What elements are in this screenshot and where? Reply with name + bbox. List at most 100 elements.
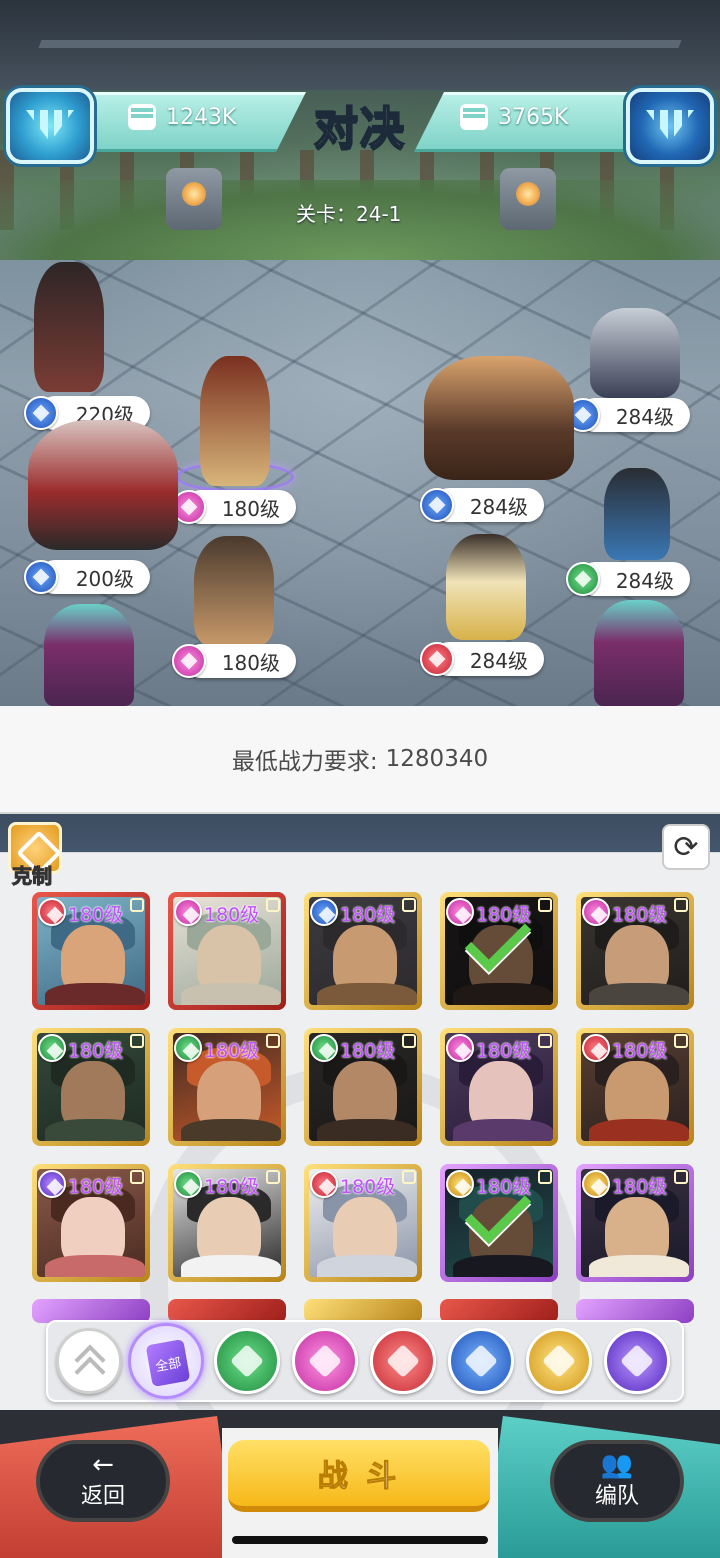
back-button[interactable]: ← 返回 [36,1440,170,1522]
faction-red-icon [38,898,66,926]
home-indicator[interactable] [232,1536,488,1544]
faction-green-icon [566,562,600,596]
roster-hero-card[interactable]: 180级 [304,1028,422,1146]
hero-level: 180级 [68,904,124,926]
frame-corner-icon [674,1170,688,1184]
hero-level: 180级 [612,904,668,926]
formation-icon: 👥 [600,1450,634,1480]
roster-hero-card[interactable]: 180级 [168,1164,286,1282]
filter-green-button[interactable] [214,1328,280,1394]
hero-level: 180级 [68,1176,124,1198]
faction-green-icon [38,1034,66,1062]
roster-hero-card[interactable]: 180级 [440,1028,558,1146]
faction-pink-icon [174,898,202,926]
filter-purple-button[interactable] [604,1328,670,1394]
faction-gold-icon [446,1170,474,1198]
faction-blue-icon [420,488,454,522]
frame-corner-icon [266,1034,280,1048]
roster-hero-card[interactable]: 180级 [576,1164,694,1282]
hero-level: 180级 [204,904,260,926]
roster-hero-card[interactable]: 180级 [304,1164,422,1282]
filter-pink-button[interactable] [292,1328,358,1394]
lantern-left [166,168,222,230]
faction-blue-icon [24,560,58,594]
roster-hero-card[interactable]: 180级 [32,1028,150,1146]
fist-icon [460,104,488,130]
hero-level: 180级 [612,1040,668,1062]
left-power-value: 1243K [166,104,237,130]
hero-level: 180级 [340,1040,396,1062]
roster-hero-card[interactable]: 180级 [168,892,286,1010]
lantern-right [500,168,556,230]
reserve-hero-left [44,604,134,706]
frame-corner-icon [130,1170,144,1184]
battle-arena: 1243K 3765K 对决 关卡：24-1 220级 180级 200级 18… [0,0,720,706]
hero-level: 180级 [204,1040,260,1062]
faction-blue-icon [24,396,58,430]
fight-button[interactable]: 战 斗 [228,1440,490,1512]
hero-level: 180级 [612,1176,668,1198]
screen-title: 对决 [313,102,406,155]
counter-label: 克制 [12,864,53,889]
faction-pink-icon [582,898,610,926]
faction-red-icon [420,642,454,676]
requirement-value: 1280340 [385,746,489,772]
frame-corner-icon [538,1170,552,1184]
min-power-requirement: 最低战力要求: 1280340 [0,706,720,814]
arena-ceiling [0,0,720,90]
formation-button[interactable]: 👥 编队 [550,1440,684,1522]
right-power-value: 3765K [498,104,569,130]
roster-hero-card[interactable]: 180级 [440,892,558,1010]
roster-hero-card[interactable]: 180级 [576,1028,694,1146]
stage-label: 关卡：24-1 [296,202,402,226]
frame-corner-icon [266,1170,280,1184]
reserve-hero-right [594,600,684,706]
roster-hero-card[interactable]: 180级 [440,1164,558,1282]
faction-green-icon [310,1034,338,1062]
frame-corner-icon [402,898,416,912]
filter-all-label: 全部 [145,1339,191,1387]
left-team-crest-icon [6,88,94,164]
frame-corner-icon [130,1034,144,1048]
counter-button[interactable]: 克制 [8,822,64,889]
frame-corner-icon [402,1034,416,1048]
frame-corner-icon [538,1034,552,1048]
faction-pink-icon [446,898,474,926]
faction-green-icon [174,1034,202,1062]
collapse-filter-button[interactable] [56,1328,122,1394]
roster-hero-card[interactable]: 180级 [304,892,422,1010]
refresh-button[interactable]: ⟳ [662,824,710,870]
roster-hero-card[interactable]: 180级 [576,892,694,1010]
frame-corner-icon [130,898,144,912]
faction-green-icon [174,1170,202,1198]
frame-corner-icon [266,898,280,912]
filter-blue-button[interactable] [448,1328,514,1394]
requirement-label: 最低战力要求: [231,749,378,775]
refresh-icon: ⟳ [673,829,699,865]
frame-corner-icon [538,898,552,912]
filter-gold-button[interactable] [526,1328,592,1394]
frame-corner-icon [674,1034,688,1048]
hero-level: 180级 [476,1040,532,1062]
roster-hero-card[interactable]: 180级 [168,1028,286,1146]
faction-blue-icon [310,898,338,926]
filter-red-button[interactable] [370,1328,436,1394]
filter-all-button[interactable]: 全部 [128,1323,204,1399]
hero-level: 180级 [204,1176,260,1198]
faction-pink-icon [446,1034,474,1062]
formation-label: 编队 [594,1484,639,1509]
hero-level: 180级 [340,1176,396,1198]
hero-level: 180级 [340,904,396,926]
faction-red-icon [310,1170,338,1198]
back-label: 返回 [80,1484,125,1509]
faction-pink-icon [172,644,206,678]
right-power: 3765K [460,104,568,130]
roster-hero-card[interactable]: 180级 [32,892,150,1010]
faction-red-icon [582,1034,610,1062]
roster-hero-card[interactable]: 180级 [32,1164,150,1282]
faction-gold-icon [582,1170,610,1198]
left-power: 1243K [128,104,236,130]
right-team-crest-icon [626,88,714,164]
back-arrow-icon: ← [92,1450,114,1480]
fist-icon [128,104,156,130]
